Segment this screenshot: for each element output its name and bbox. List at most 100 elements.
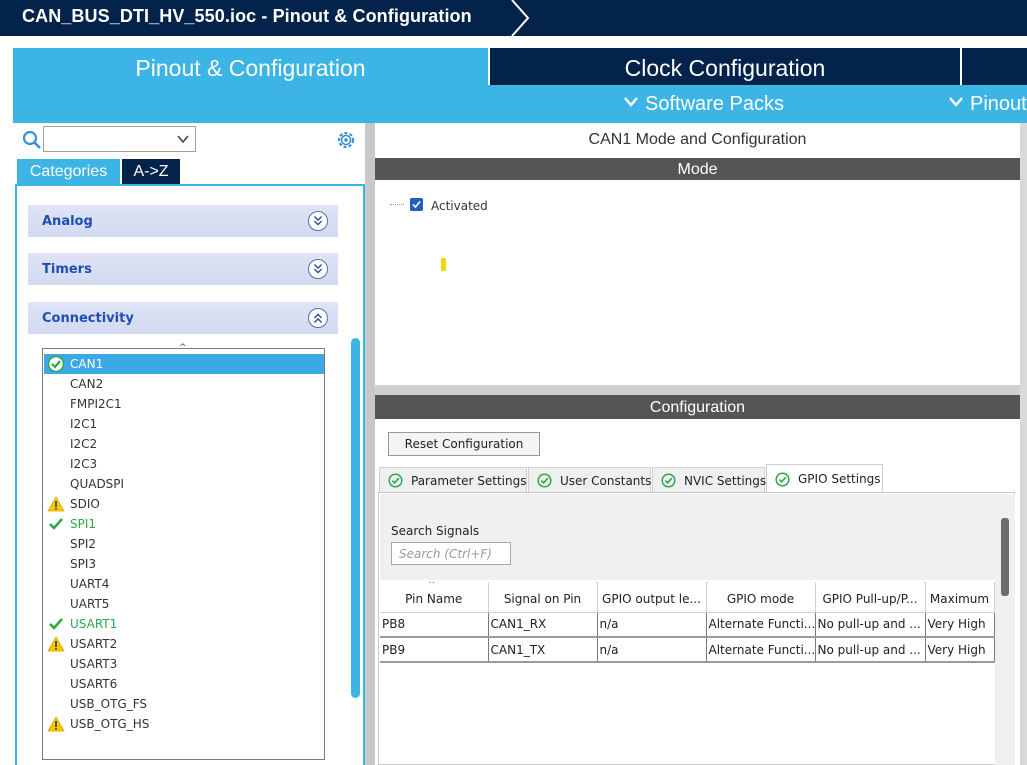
tab-nvic-settings[interactable]: NVIC Settings [652,467,767,493]
expand-icon[interactable] [308,259,328,279]
table-cell[interactable]: PB9 [380,637,489,663]
check-circle-icon [661,473,676,488]
table-row[interactable]: PB9 CAN1_TX n/a Alternate Functi... No pull-… [380,637,995,663]
column-label: Maximum [929,591,990,606]
tab-a-z[interactable]: A->Z [122,159,180,184]
peripheral-label: UART4 [70,577,110,591]
check-icon [49,618,63,630]
expand-icon[interactable] [308,211,328,231]
peripheral-label: I2C1 [70,417,98,431]
peripheral-label: USB_OTG_FS [70,697,148,711]
check-circle-icon [537,473,552,488]
table-cell[interactable]: CAN1_RX [488,612,598,638]
warning-icon [47,496,65,512]
table-cell[interactable]: Alternate Functi... [706,612,816,638]
activated-checkbox[interactable] [410,198,423,211]
peripheral-item-spi1[interactable]: SPI1 [44,514,324,534]
panel-splitter[interactable] [365,123,375,765]
scroll-up-caret-icon[interactable]: ^ [179,343,187,353]
tab-label: NVIC Settings [684,474,767,488]
tab-pinout-configuration[interactable]: Pinout & Configuration [13,48,488,85]
search-icon[interactable] [22,130,42,150]
check-circle-icon [388,473,403,488]
peripheral-label: UART5 [70,597,110,611]
right-edge-scrollbar[interactable] [1020,123,1027,765]
warning-icon [47,636,65,652]
peripheral-item-uart5[interactable]: UART5 [44,594,324,614]
tree-connector [390,204,404,205]
left-scrollbar[interactable] [351,338,360,698]
tab-label: GPIO Settings [798,472,881,486]
peripheral-label: USART6 [70,677,118,691]
sort-caret-icon: ^ [428,582,436,590]
peripheral-item-usb-otg-fs[interactable]: USB_OTG_FS [44,694,324,714]
column-header-gpio-mode[interactable]: GPIO mode [706,582,816,613]
check-circle-icon [775,472,790,487]
pinout-menu-label: Pinout [970,93,1027,115]
reset-configuration-button[interactable]: Reset Configuration [388,432,540,456]
peripheral-label: QUADSPI [70,477,125,491]
peripheral-item-i2c2[interactable]: I2C2 [44,434,324,454]
search-signals-input[interactable]: Search (Ctrl+F) [391,542,511,565]
tab-gpio-settings[interactable]: GPIO Settings [766,464,883,493]
column-header-maximum[interactable]: Maximum [925,582,995,613]
peripheral-item-fmpi2c1[interactable]: FMPI2C1 [44,394,324,414]
table-cell[interactable]: n/a [597,637,707,663]
table-cell[interactable]: No pull-up and ... [815,637,926,663]
peripheral-item-can1[interactable]: CAN1 [44,354,324,374]
sub-menu-bar [13,85,1027,123]
column-header-gpio-output-level[interactable]: GPIO output le... [597,582,707,613]
table-row[interactable]: PB8 CAN1_RX n/a Alternate Functi... No pull-… [380,612,995,638]
column-header-gpio-pull[interactable]: GPIO Pull-up/P... [815,582,926,613]
peripheral-label: SPI3 [70,557,97,571]
peripheral-label: I2C3 [70,457,98,471]
peripheral-item-spi3[interactable]: SPI3 [44,554,324,574]
gpio-scrollbar-thumb[interactable] [1001,518,1009,596]
peripheral-item-can2[interactable]: CAN2 [44,374,324,394]
tab-user-constants[interactable]: User Constants [528,467,651,493]
peripheral-item-usart6[interactable]: USART6 [44,674,324,694]
column-label: Pin Name [405,591,463,606]
peripheral-item-usb-otg-hs[interactable]: USB_OTG_HS [44,714,324,734]
peripheral-label: USB_OTG_HS [70,717,150,731]
peripheral-label: USART3 [70,657,118,671]
peripheral-label: CAN2 [70,377,104,391]
pinout-menu[interactable]: Pinout [948,93,1027,116]
category-analog[interactable]: Analog [28,205,338,237]
peripheral-item-usart3[interactable]: USART3 [44,654,324,674]
peripheral-label: USART1 [70,617,118,631]
peripheral-item-sdio[interactable]: SDIO [44,494,324,514]
peripheral-item-usart2[interactable]: USART2 [44,634,324,654]
table-cell[interactable]: CAN1_TX [488,637,598,663]
peripheral-label: SPI1 [70,517,97,531]
table-cell[interactable]: Very High [925,637,995,663]
peripheral-label: CAN1 [70,357,104,371]
peripheral-item-uart4[interactable]: UART4 [44,574,324,594]
table-cell[interactable]: PB8 [380,612,489,638]
collapse-icon[interactable] [308,308,328,328]
gear-icon[interactable] [334,128,358,152]
column-header-signal[interactable]: Signal on Pin [488,582,598,613]
peripheral-item-quadspi[interactable]: QUADSPI [44,474,324,494]
category-timers[interactable]: Timers [28,253,338,285]
peripheral-item-spi2[interactable]: SPI2 [44,534,324,554]
column-header-pin-name[interactable]: ^ Pin Name [380,582,489,613]
chevron-down-icon[interactable] [176,132,190,146]
category-connectivity[interactable]: Connectivity [28,302,338,334]
software-packs-menu[interactable]: Software Packs [623,93,784,116]
configuration-header: Configuration [375,395,1020,419]
peripheral-item-usart1[interactable]: USART1 [44,614,324,634]
tab-categories[interactable]: Categories [17,159,120,184]
peripheral-item-i2c3[interactable]: I2C3 [44,454,324,474]
table-cell[interactable]: n/a [597,612,707,638]
table-cell[interactable]: No pull-up and ... [815,612,926,638]
section-splitter[interactable] [375,385,1020,395]
tab-overflow[interactable] [962,48,1027,85]
peripheral-item-i2c1[interactable]: I2C1 [44,414,324,434]
tab-clock-configuration[interactable]: Clock Configuration [490,48,960,85]
tab-parameter-settings[interactable]: Parameter Settings [379,467,527,493]
table-cell[interactable]: Alternate Functi... [706,637,816,663]
table-cell[interactable]: Very High [925,612,995,638]
search-combo-input[interactable] [43,126,196,152]
chevron-down-icon [949,97,963,107]
